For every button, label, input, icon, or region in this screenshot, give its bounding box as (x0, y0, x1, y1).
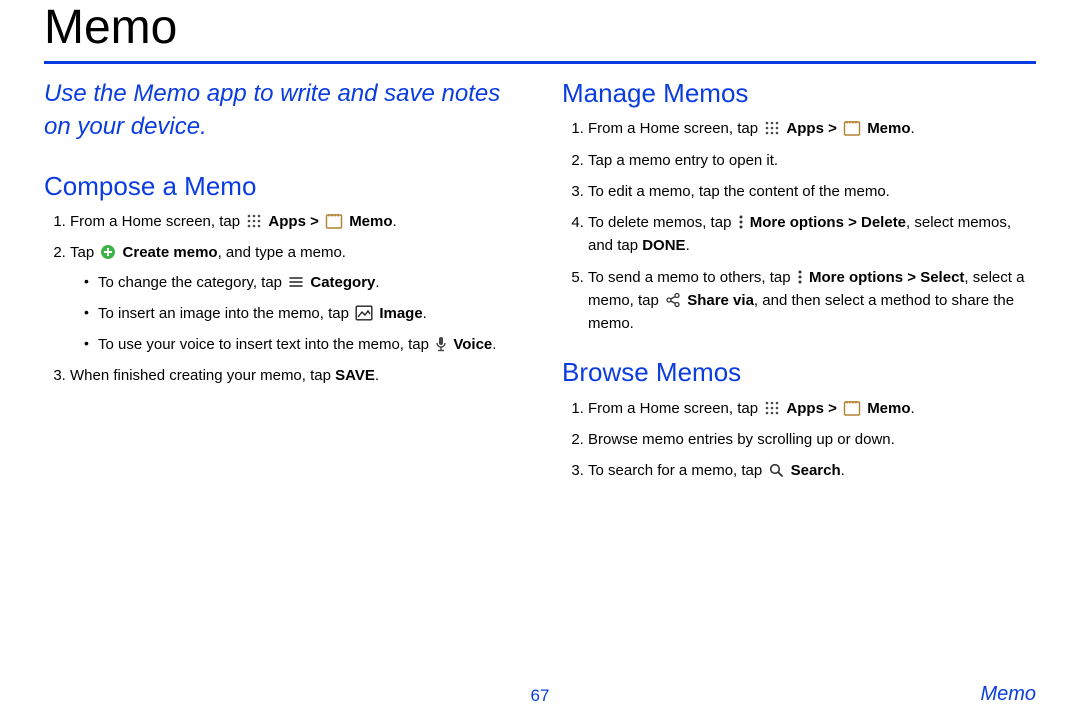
browse-steps: From a Home screen, tap Apps > Memo. Bro… (562, 397, 1036, 483)
manage-step-4: To delete memos, tap More options > Dele… (588, 211, 1036, 258)
page-title: Memo (44, 0, 1036, 55)
title-rule (44, 61, 1036, 64)
apps-label: Apps (268, 213, 306, 230)
gt: > (310, 213, 323, 230)
search-icon (768, 462, 784, 478)
text: To delete memos, tap (588, 214, 736, 231)
page-number: 67 (375, 686, 706, 706)
more-select-label: More options > Select (809, 269, 964, 286)
more-delete-label: More options > Delete (750, 214, 906, 231)
text: To search for a memo, tap (588, 462, 766, 479)
category-label: Category (310, 274, 375, 291)
apps-icon (246, 213, 262, 229)
more-options-icon (797, 269, 803, 285)
apps-label: Apps (786, 120, 824, 137)
image-icon (355, 305, 373, 321)
share-via-label: Share via (687, 292, 754, 309)
compose-bullet-image: To insert an image into the memo, tap Im… (84, 302, 518, 325)
manage-step-5: To send a memo to others, tap More optio… (588, 266, 1036, 336)
manage-step-1: From a Home screen, tap Apps > Memo. (588, 117, 1036, 140)
text: Tap (70, 244, 98, 261)
browse-step-3: To search for a memo, tap Search. (588, 459, 1036, 482)
compose-heading: Compose a Memo (44, 171, 518, 202)
plus-icon (100, 244, 116, 260)
text: To insert an image into the memo, tap (98, 305, 353, 322)
period: . (841, 462, 845, 479)
voice-label: Voice (453, 336, 492, 353)
browse-heading: Browse Memos (562, 357, 1036, 388)
compose-bullet-voice: To use your voice to insert text into th… (84, 333, 518, 356)
more-options-icon (738, 214, 744, 230)
text: When finished creating your memo, tap (70, 367, 335, 384)
compose-bullet-category: To change the category, tap Category. (84, 271, 518, 294)
manage-step-2: Tap a memo entry to open it. (588, 149, 1036, 172)
manage-heading: Manage Memos (562, 78, 1036, 109)
text: From a Home screen, tap (588, 400, 762, 417)
text: To change the category, tap (98, 274, 286, 291)
period: . (393, 213, 397, 230)
right-column: Manage Memos From a Home screen, tap App… (562, 78, 1036, 504)
share-icon (665, 292, 681, 308)
apps-label: Apps (786, 400, 824, 417)
memo-icon (843, 400, 861, 416)
search-label: Search (791, 462, 841, 479)
gt: > (828, 120, 841, 137)
memo-label: Memo (867, 400, 910, 417)
browse-step-1: From a Home screen, tap Apps > Memo. (588, 397, 1036, 420)
text: From a Home screen, tap (588, 120, 762, 137)
period: . (423, 305, 427, 322)
period: . (686, 237, 690, 254)
period: . (911, 120, 915, 137)
compose-steps: From a Home screen, tap Apps > Memo. Tap… (44, 210, 518, 388)
compose-step-2: Tap Create memo, and type a memo. To cha… (70, 241, 518, 356)
manage-steps: From a Home screen, tap Apps > Memo. Tap… (562, 117, 1036, 335)
memo-label: Memo (349, 213, 392, 230)
period: . (375, 274, 379, 291)
memo-icon (843, 120, 861, 136)
memo-icon (325, 213, 343, 229)
content-columns: Use the Memo app to write and save notes… (44, 78, 1036, 504)
mic-icon (435, 336, 447, 352)
text: To send a memo to others, tap (588, 269, 795, 286)
period: . (492, 336, 496, 353)
done-label: DONE (642, 237, 685, 254)
text: To use your voice to insert text into th… (98, 336, 433, 353)
category-icon (288, 275, 304, 289)
memo-label: Memo (867, 120, 910, 137)
period: . (911, 400, 915, 417)
text: From a Home screen, tap (70, 213, 244, 230)
footer-label: Memo (705, 683, 1036, 706)
save-label: SAVE (335, 367, 375, 384)
gt: > (828, 400, 841, 417)
image-label: Image (379, 305, 422, 322)
apps-icon (764, 400, 780, 416)
period: . (375, 367, 379, 384)
browse-step-2: Browse memo entries by scrolling up or d… (588, 428, 1036, 451)
compose-step-1: From a Home screen, tap Apps > Memo. (70, 210, 518, 233)
create-memo-label: Create memo (123, 244, 218, 261)
text: , and type a memo. (218, 244, 346, 261)
apps-icon (764, 120, 780, 136)
manage-step-3: To edit a memo, tap the content of the m… (588, 180, 1036, 203)
page-footer: 67 Memo (44, 683, 1036, 706)
compose-step-3: When finished creating your memo, tap SA… (70, 364, 518, 387)
compose-sublist: To change the category, tap Category. To… (70, 271, 518, 357)
left-column: Use the Memo app to write and save notes… (44, 78, 518, 504)
intro-text: Use the Memo app to write and save notes… (44, 78, 518, 143)
